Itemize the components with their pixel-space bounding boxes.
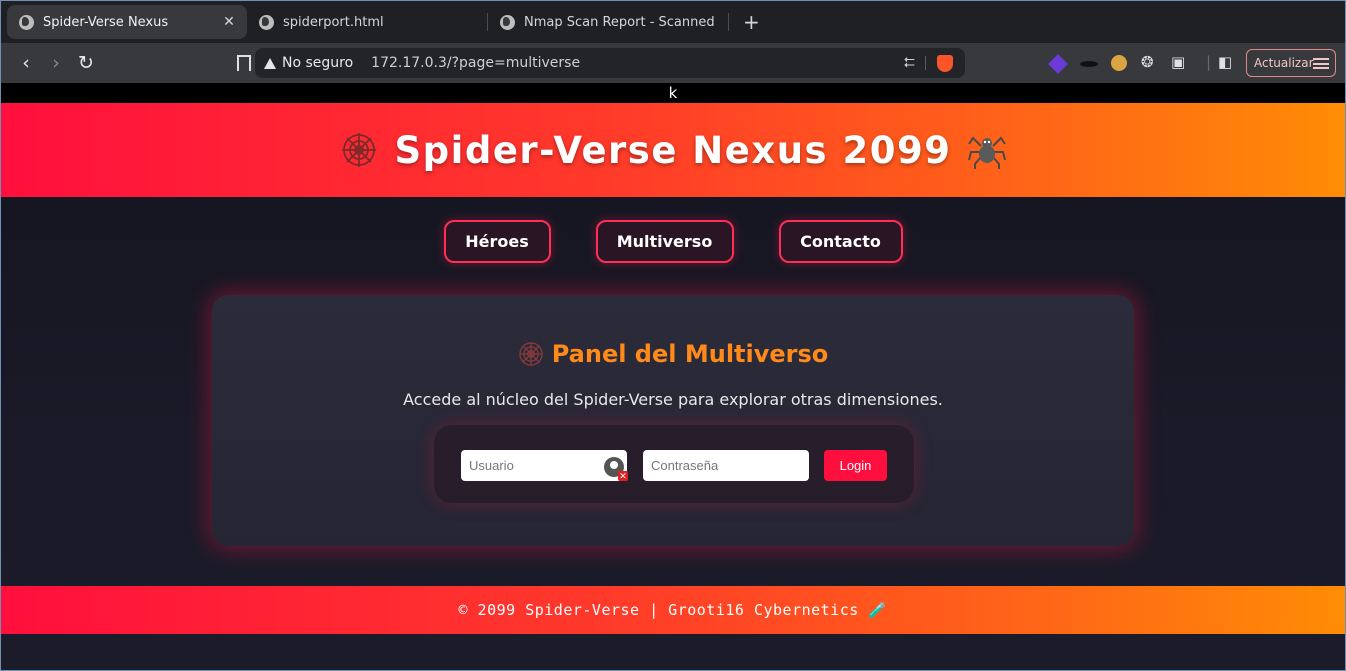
globe-icon xyxy=(500,14,515,30)
security-label[interactable]: No seguro xyxy=(282,55,353,71)
url-text[interactable]: 172.17.0.3/?page=multiverse xyxy=(371,55,580,71)
tab-nmap-report[interactable]: Nmap Scan Report - Scanned at Sa xyxy=(488,5,728,39)
globe-icon xyxy=(259,14,274,30)
login-button[interactable]: Login xyxy=(824,450,887,481)
new-tab-button[interactable]: + xyxy=(743,10,760,34)
nav-contact-button[interactable]: Contacto xyxy=(778,220,903,263)
bookmark-icon[interactable] xyxy=(237,55,251,77)
reload-icon[interactable]: ↻ xyxy=(71,52,101,74)
menu-icon[interactable] xyxy=(1313,58,1329,69)
warning-icon xyxy=(264,57,276,69)
forward-icon[interactable]: › xyxy=(41,52,71,74)
page-content: k Spider-Verse Nexus 2099 Héroes Multive… xyxy=(1,83,1345,670)
footer-text: © 2099 Spider-Verse | Grooti16 Cyberneti… xyxy=(458,601,888,619)
panel-title: Panel del Multiverso xyxy=(551,340,829,368)
username-placeholder: Usuario xyxy=(469,458,514,473)
update-label: Actualizar xyxy=(1254,56,1314,70)
tab-title: Spider-Verse Nexus xyxy=(43,14,169,30)
navigation-bar: ‹ › ↻ No seguro 172.17.0.3/?page=multive… xyxy=(1,43,1345,83)
extensions-puzzle-icon[interactable]: ❂ xyxy=(1141,53,1154,71)
nav-heroes-button[interactable]: Héroes xyxy=(443,220,551,263)
tab-divider xyxy=(728,13,729,31)
extension-hat-icon[interactable] xyxy=(1080,61,1098,67)
extension-purple-icon[interactable] xyxy=(1048,54,1068,74)
site-header: Spider-Verse Nexus 2099 xyxy=(1,103,1345,197)
globe-icon xyxy=(19,14,34,30)
panel-description: Accede al núcleo del Spider-Verse para e… xyxy=(403,390,943,409)
tab-spiderport[interactable]: spiderport.html xyxy=(247,5,487,39)
multiverse-panel: Panel del Multiverso Accede al núcleo de… xyxy=(212,295,1134,546)
address-bar[interactable]: No seguro 172.17.0.3/?page=multiverse ⮄ xyxy=(255,48,965,78)
site-title: Spider-Verse Nexus 2099 xyxy=(394,128,952,172)
username-field[interactable]: Usuario xyxy=(461,450,628,481)
wallet-icon[interactable]: ▣ xyxy=(1171,53,1185,71)
panel-heading: Panel del Multiverso xyxy=(212,340,1134,368)
close-icon[interactable]: ✕ xyxy=(221,14,237,30)
password-placeholder: Contraseña xyxy=(651,458,719,473)
spider-web-icon xyxy=(518,341,544,367)
nav-multiverse-button[interactable]: Multiverso xyxy=(595,220,734,263)
spider-web-icon xyxy=(339,130,379,170)
share-icon[interactable]: ⮄ xyxy=(904,55,915,71)
stray-output-text: k xyxy=(1,83,1345,103)
tab-title: Nmap Scan Report - Scanned at Sa xyxy=(524,14,718,30)
sidebar-icon[interactable]: ◧ xyxy=(1218,53,1232,71)
extension-cookie-icon[interactable] xyxy=(1111,55,1127,71)
tab-spider-verse-nexus[interactable]: Spider-Verse Nexus ✕ xyxy=(7,5,247,39)
toolbar-divider: | xyxy=(1206,53,1212,71)
tab-bar: Spider-Verse Nexus ✕ spiderport.html Nma… xyxy=(1,1,1345,43)
site-footer: © 2099 Spider-Verse | Grooti16 Cyberneti… xyxy=(1,586,1345,634)
spider-icon xyxy=(967,130,1007,170)
password-manager-icon[interactable] xyxy=(604,457,628,481)
main-nav: Héroes Multiverso Contacto xyxy=(1,220,1345,263)
divider xyxy=(925,56,926,70)
tab-title: spiderport.html xyxy=(283,14,384,30)
update-button[interactable]: Actualizar xyxy=(1246,49,1336,77)
password-field[interactable]: Contraseña xyxy=(643,450,809,481)
brave-shield-icon[interactable] xyxy=(937,55,953,72)
back-icon[interactable]: ‹ xyxy=(11,52,41,74)
